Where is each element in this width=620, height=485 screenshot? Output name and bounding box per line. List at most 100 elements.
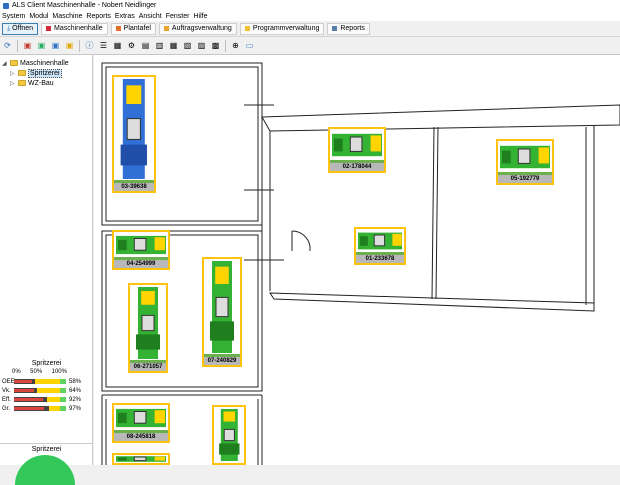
settings-icon[interactable]: ▩ <box>211 41 220 50</box>
machine-yellow-icon[interactable]: ▣ <box>65 41 74 50</box>
menu-modul[interactable]: Modul <box>27 13 50 20</box>
kpi-bar-fill <box>14 398 43 401</box>
expand-icon[interactable]: ▷ <box>10 80 16 87</box>
machine-04-254999[interactable]: 04-254999 <box>112 230 170 270</box>
kpi-bar <box>14 397 66 402</box>
monitor-icon[interactable]: ▭ <box>245 41 254 50</box>
machine-unlabeled-9[interactable] <box>112 453 170 465</box>
table-icon[interactable]: ▦ <box>169 41 178 50</box>
machine-label: 07-240829 <box>204 357 240 365</box>
machine-07-240829[interactable]: 07-240829 <box>202 257 242 367</box>
machine-blue-icon[interactable]: ▣ <box>51 41 60 50</box>
tree-item-root[interactable]: ◢ Maschinenhalle <box>2 58 90 68</box>
machine-icon <box>116 456 166 462</box>
tab-plantafel[interactable]: Plantafel <box>110 22 156 35</box>
expand-icon[interactable]: ▷ <box>10 70 16 77</box>
folder-icon <box>18 80 26 86</box>
kpi-title: Spritzerei <box>31 360 62 367</box>
kpi-bar-good <box>59 388 66 393</box>
machine-05-192779[interactable]: 05-192779 <box>496 139 554 185</box>
machine-label: 01-233678 <box>356 255 404 263</box>
machine-02-178044[interactable]: 02-178044 <box>328 127 386 173</box>
kpi-scale: 0% 50% 100% <box>0 369 93 377</box>
tab-maschinenhalle[interactable]: Maschinenhalle <box>41 22 108 35</box>
machine-icon <box>116 235 166 255</box>
kpi-second-title: Spritzerei <box>0 443 93 453</box>
binoculars-icon[interactable]: ⊕ <box>231 41 240 50</box>
open-icon: ⤓ <box>7 24 11 32</box>
menu-reports[interactable]: Reports <box>84 13 113 20</box>
kpi-bar-good <box>59 379 66 384</box>
separator <box>79 39 80 52</box>
tool-icon[interactable]: ⚙ <box>127 41 136 50</box>
folder-icon <box>10 60 18 66</box>
tab-label: Reports <box>340 25 365 32</box>
menu-extras[interactable]: Extras <box>113 13 137 20</box>
list-icon[interactable]: ☰ <box>99 41 108 50</box>
machine-icon <box>136 287 160 359</box>
kpi-bar <box>14 379 66 384</box>
open-button[interactable]: ⤓ Öffnen <box>2 22 38 35</box>
machine-label: 04-254999 <box>114 260 168 268</box>
info-icon[interactable]: ⓘ <box>85 41 94 50</box>
tree-item-spritzerei[interactable]: ▷ Spritzerei <box>2 68 90 78</box>
machine-08-245818[interactable]: 08-245818 <box>112 403 170 443</box>
floor-plan-canvas[interactable]: 03-39638 02-178044 05-192779 04-254999 01-23… <box>94 55 620 465</box>
tree-label: WZ-Bau <box>28 79 54 87</box>
kpi-bar-fill <box>14 389 34 392</box>
machine-green-icon[interactable]: ▣ <box>37 41 46 50</box>
tab-color-icon <box>244 26 250 31</box>
calendar-icon[interactable]: ▦ <box>113 41 122 50</box>
machine-icon <box>116 408 166 428</box>
kpi-rows: OEE 58% Vk. 64% Eff. 92% Gr. 97% <box>0 377 93 413</box>
menu-system[interactable]: System <box>0 13 27 20</box>
menu-fenster[interactable]: Fenster <box>164 13 192 20</box>
action-toolbar: ⟳ ▣ ▣ ▣ ▣ ⓘ ☰ ▦ ⚙ ▤ ▥ ▦ ▧ ▨ ▩ ⊕ ▭ <box>0 37 620 55</box>
document-icon[interactable]: ▤ <box>141 41 150 50</box>
title-bar: ALS Client Maschinenhalle - Nobert Neidl… <box>0 0 620 11</box>
tab-auftragsverwaltung[interactable]: Auftragsverwaltung <box>158 22 237 35</box>
machine-red-icon[interactable]: ▣ <box>23 41 32 50</box>
machine-06-271057[interactable]: 06-271057 <box>128 283 168 373</box>
machine-icon <box>358 232 402 250</box>
kpi-scale-0: 0% <box>12 369 21 375</box>
report-icon[interactable]: ▧ <box>183 41 192 50</box>
tab-reports[interactable]: Reports <box>327 22 370 35</box>
kpi-bar <box>14 388 66 393</box>
machine-icon <box>210 261 234 353</box>
kpi-scale-50: 50% <box>30 369 43 375</box>
machine-icon <box>332 133 382 157</box>
tab-label: Maschinenhalle <box>54 25 103 32</box>
tab-programmverwaltung[interactable]: Programmverwaltung <box>239 22 325 35</box>
menu-maschine[interactable]: Maschine <box>50 13 84 20</box>
kpi-value: 97% <box>69 405 82 412</box>
export-icon[interactable]: ▨ <box>197 41 206 50</box>
machine-01-233678[interactable]: 01-233678 <box>354 227 406 265</box>
kpi-bar <box>14 406 66 411</box>
kpi-value: 64% <box>69 387 82 394</box>
kpi-bar-fill <box>14 407 45 410</box>
machine-label: 08-245818 <box>114 433 168 441</box>
tree-label: Spritzerei <box>28 68 62 78</box>
machine-03-39638[interactable]: 03-39638 <box>112 75 156 193</box>
kpi-label: Vk. <box>2 387 11 394</box>
refresh-icon[interactable]: ⟳ <box>3 41 12 50</box>
chart-icon[interactable]: ▥ <box>155 41 164 50</box>
machine-unlabeled-8[interactable] <box>212 405 246 465</box>
kpi-value: 58% <box>69 378 82 385</box>
kpi-row: Vk. 64% <box>0 386 93 395</box>
separator <box>225 39 226 52</box>
tree-item-wz-bau[interactable]: ▷ WZ-Bau <box>2 78 90 88</box>
kpi-row: OEE 58% <box>0 377 93 386</box>
collapse-icon[interactable]: ◢ <box>2 60 8 67</box>
kpi-label: OEE <box>2 378 15 385</box>
menu-hilfe[interactable]: Hilfe <box>191 13 209 20</box>
sidebar: ◢ Maschinenhalle ▷ Spritzerei ▷ WZ-Bau S… <box>0 55 93 465</box>
kpi-panel: Spritzerei 0% 50% 100% OEE 58% Vk. 64% Eff. 9… <box>0 360 93 413</box>
machine-label: 05-192779 <box>498 175 552 183</box>
kpi-scale-100: 100% <box>51 369 67 375</box>
kpi-bar-good <box>59 406 66 411</box>
menu-ansicht[interactable]: Ansicht <box>137 13 164 20</box>
folder-icon <box>18 70 26 76</box>
tab-color-icon <box>163 26 169 31</box>
